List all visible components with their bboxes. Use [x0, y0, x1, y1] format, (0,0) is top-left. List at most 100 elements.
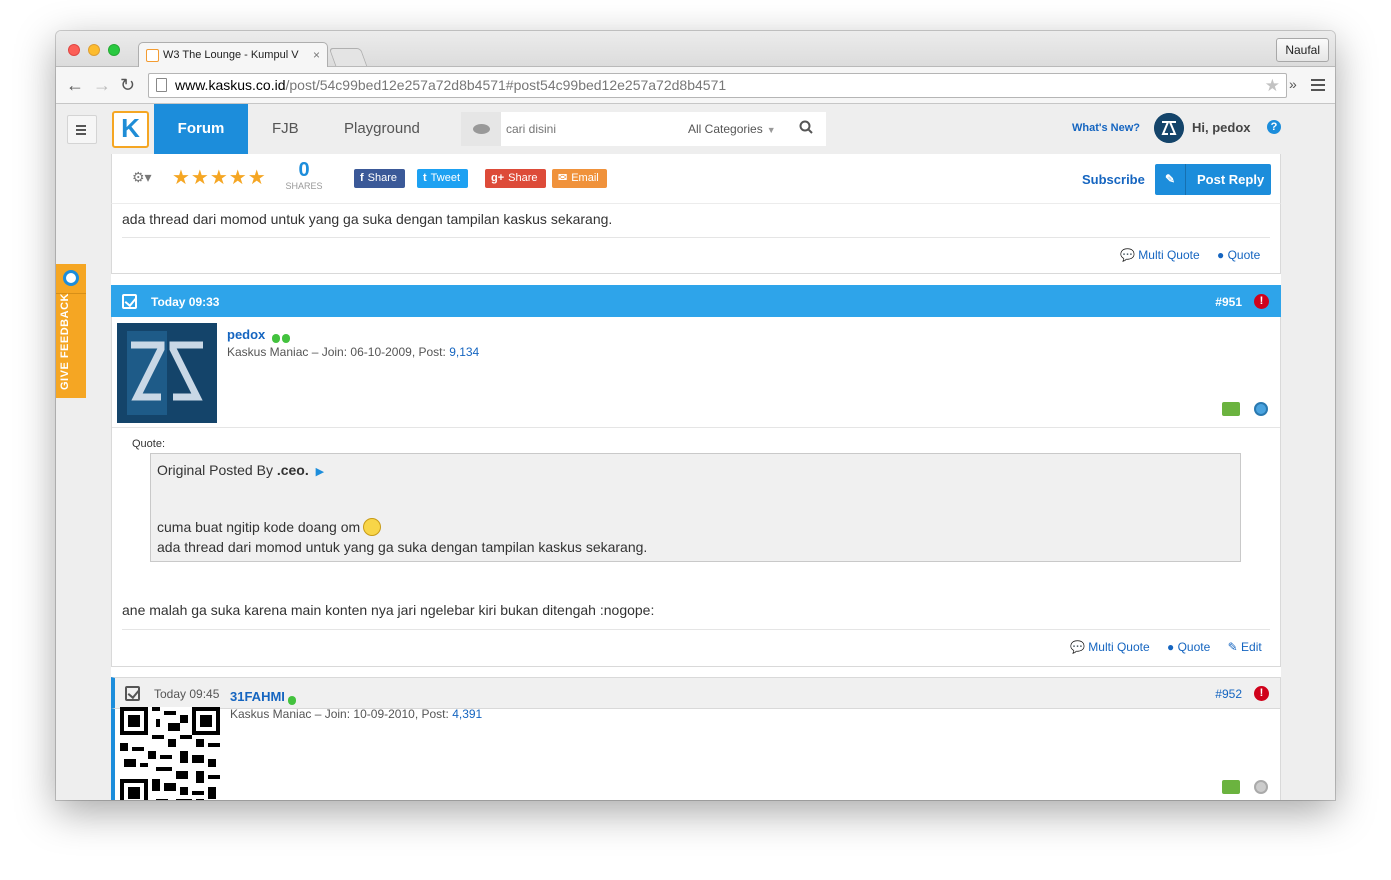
divider	[112, 427, 1280, 428]
bookmark-star-icon[interactable]: ★	[1265, 76, 1280, 96]
post-reply-button[interactable]: ✎ Post Reply	[1155, 164, 1271, 195]
quote-origin: Original Posted By .ceo. ▶	[157, 462, 325, 478]
quote-author: .ceo.	[276, 462, 309, 478]
search-icon[interactable]	[799, 120, 813, 134]
search-bar: All Categories▼	[461, 112, 826, 146]
post-number-link[interactable]: #952	[1215, 678, 1242, 710]
emoticon-icon[interactable]	[1254, 402, 1268, 416]
twitter-icon: t	[423, 172, 427, 184]
forward-arrow-icon[interactable]: →	[93, 75, 111, 96]
badge-icon[interactable]	[1222, 402, 1240, 416]
facebook-icon: f	[360, 172, 364, 184]
post-header: Today 09:45 #952 !	[111, 677, 1281, 709]
rating-stars[interactable]: ★★★★★	[172, 165, 267, 190]
edit-icon: ✎	[1227, 640, 1238, 654]
user-meta: Kaskus Maniac – Join: 10-09-2010, Post: …	[230, 707, 483, 721]
facebook-share-button[interactable]: f Share	[354, 169, 406, 188]
post-time: Today 09:33	[151, 295, 220, 309]
emoticon-icon[interactable]	[1254, 780, 1268, 794]
zoom-window-button[interactable]	[108, 44, 120, 56]
give-feedback-tab[interactable]: GIVE FEEDBACK	[56, 264, 86, 398]
tab-forum[interactable]: Forum	[154, 104, 248, 154]
post-count-link[interactable]: 4,391	[452, 707, 482, 721]
post-952: Today 09:45 #952 ! 31FAHMI Kaskus Maniac…	[111, 677, 1281, 800]
user-avatar[interactable]	[117, 323, 217, 423]
google-plus-share-button[interactable]: g+ Share	[485, 169, 546, 188]
url-path: /post/54c99bed12e257a72d8b4571#post54c99…	[285, 77, 727, 93]
comment-icon: ●	[1167, 640, 1175, 654]
join-date: 06-10-2009	[350, 345, 412, 359]
close-window-button[interactable]	[68, 44, 80, 56]
post-actions: 💬 Multi Quote ● Quote ✎ Edit	[1070, 640, 1262, 654]
google-plus-icon: g+	[491, 172, 505, 184]
username-link[interactable]: pedox	[227, 327, 265, 342]
quote-link[interactable]: ● Quote	[1167, 640, 1210, 654]
post-count-link[interactable]: 9,134	[449, 345, 479, 359]
browser-toolbar: ← → ↻ www.kaskus.co.id/post/54c99bed12e2…	[56, 67, 1335, 104]
quote-link[interactable]: ● Quote	[1217, 248, 1260, 262]
post-reply-label: Post Reply	[1197, 172, 1265, 187]
edit-link[interactable]: ✎ Edit	[1228, 640, 1262, 654]
chrome-menu-icon[interactable]	[1311, 79, 1325, 91]
divider	[122, 237, 1270, 238]
post-actions: 💬 Multi Quote ● Quote	[1120, 248, 1260, 262]
title-bar: W3 The Lounge - Kumpul V × Naufal	[56, 31, 1335, 68]
online-status-icon	[288, 692, 298, 705]
report-icon[interactable]: !	[1254, 294, 1269, 309]
view-post-arrow-icon[interactable]: ▶	[316, 466, 324, 478]
reload-icon[interactable]: ↻	[120, 75, 135, 96]
browser-tab[interactable]: W3 The Lounge - Kumpul V ×	[138, 42, 328, 68]
share-counter: 0 SHARES	[284, 159, 324, 191]
page-icon	[156, 78, 167, 92]
tab-playground[interactable]: Playground	[344, 104, 420, 154]
tab-fjb[interactable]: FJB	[272, 104, 299, 154]
new-tab-button[interactable]	[328, 48, 368, 66]
email-share-button[interactable]: ✉ Email	[552, 169, 607, 188]
post-body-text: ane malah ga suka karena main konten nya…	[122, 602, 655, 618]
thread-content: ⚙▾ ★★★★★ 0 SHARES f Share t Tweet g+ Share …	[111, 154, 1281, 800]
quote-line: cuma buat ngitip kode doang om	[157, 518, 382, 536]
grin-emoji-icon	[363, 518, 382, 536]
back-arrow-icon[interactable]: ←	[66, 75, 84, 96]
search-input[interactable]	[506, 112, 676, 146]
badge-icon[interactable]	[1222, 780, 1240, 794]
multi-quote-link[interactable]: 💬 Multi Quote	[1070, 640, 1150, 654]
kaskus-logo[interactable]: K	[112, 111, 149, 148]
post-number-link[interactable]: #951	[1215, 286, 1242, 318]
post-951: Today 09:33 #951 ! pedox Kaskus Maniac –…	[111, 285, 1281, 667]
profile-button[interactable]: Naufal	[1276, 38, 1329, 62]
user-avatar[interactable]	[120, 707, 220, 800]
comments-icon: 💬	[1120, 248, 1135, 262]
extensions-overflow-button[interactable]: »	[1289, 76, 1297, 92]
kaskus-favicon-icon	[146, 49, 159, 62]
multi-quote-link[interactable]: 💬 Multi Quote	[1120, 248, 1200, 262]
subscribe-link[interactable]: Subscribe	[1082, 172, 1145, 187]
site-menu-icon[interactable]	[67, 115, 97, 144]
chat-bubble-icon[interactable]	[461, 112, 501, 146]
check-square-icon[interactable]	[122, 294, 137, 309]
user-avatar-small[interactable]	[1154, 113, 1184, 143]
category-label: All Categories	[688, 122, 763, 136]
category-select[interactable]: All Categories ▼	[688, 122, 776, 136]
caret-down-icon: ▼	[766, 125, 776, 135]
user-rank: Kaskus Maniac	[230, 707, 312, 721]
minimize-window-button[interactable]	[88, 44, 100, 56]
tab-close-icon[interactable]: ×	[313, 48, 320, 62]
quote-label: Quote:	[132, 438, 166, 450]
whats-new-link[interactable]: What's New?	[1072, 122, 1140, 134]
help-icon[interactable]: ?	[1267, 120, 1281, 134]
feedback-icon	[56, 264, 86, 294]
join-date: 10-09-2010	[353, 707, 415, 721]
check-square-icon[interactable]	[125, 686, 140, 701]
user-rank: Kaskus Maniac	[227, 345, 309, 359]
user-greeting[interactable]: Hi, pedox	[1192, 120, 1251, 135]
post-header: Today 09:33 #951 !	[111, 285, 1281, 317]
share-count: 0	[298, 159, 310, 181]
twitter-tweet-button[interactable]: t Tweet	[417, 169, 469, 188]
report-icon[interactable]: !	[1254, 686, 1269, 701]
post-time: Today 09:45	[154, 687, 220, 701]
username-link[interactable]: 31FAHMI	[230, 689, 285, 704]
envelope-icon: ✉	[558, 172, 568, 184]
address-bar[interactable]: www.kaskus.co.id/post/54c99bed12e257a72d…	[148, 73, 1287, 98]
gear-icon[interactable]: ⚙▾	[132, 169, 152, 186]
